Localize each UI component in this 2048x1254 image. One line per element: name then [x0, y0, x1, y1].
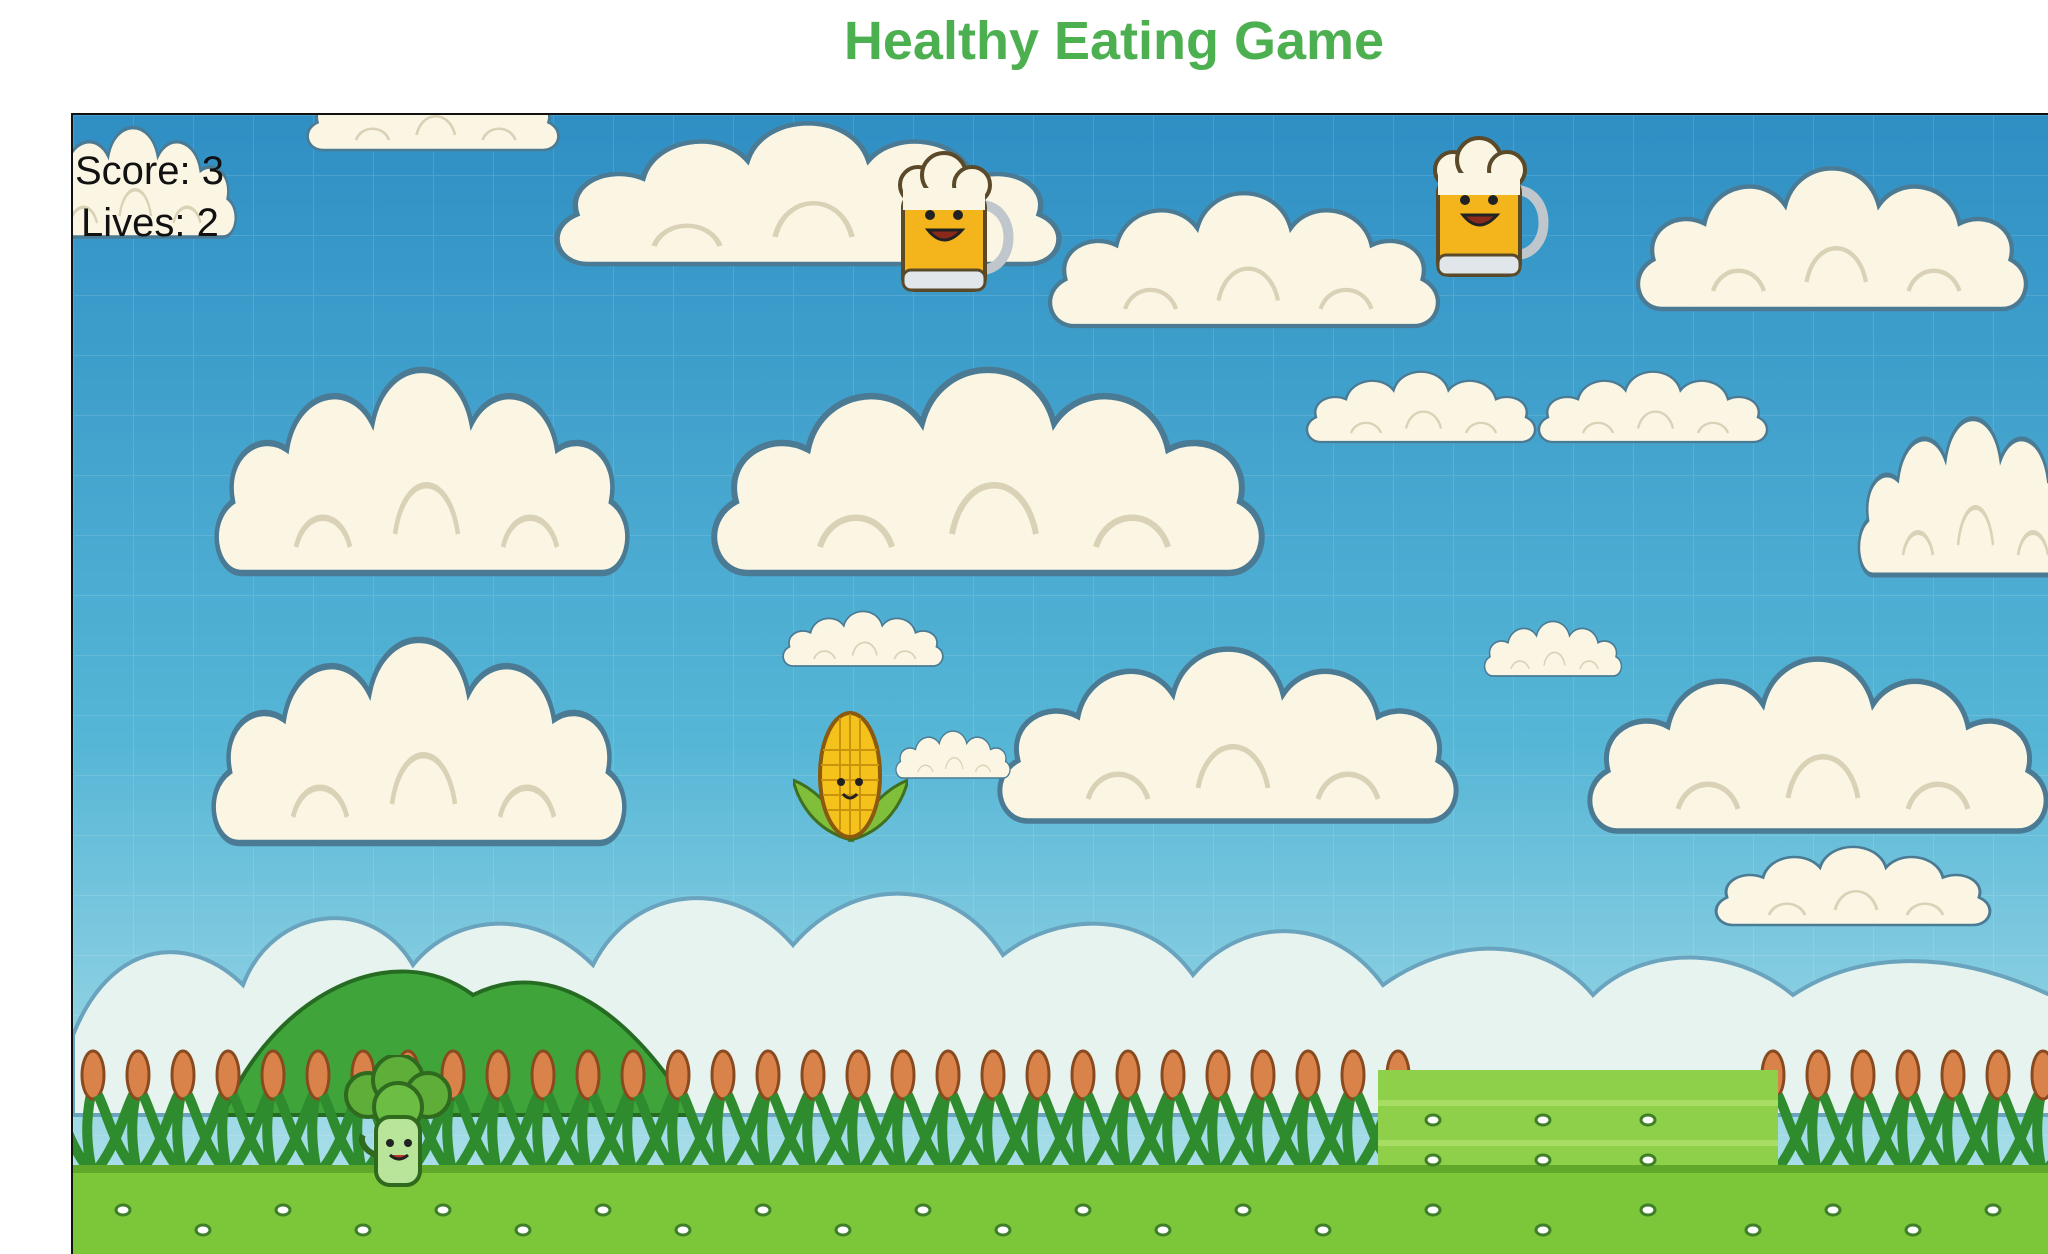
game-canvas[interactable]: Score: 3 Lives: 2: [71, 113, 2048, 1254]
lives-value: 2: [196, 201, 219, 245]
beer-mug-icon: [1433, 136, 1549, 277]
corn-icon: [793, 711, 908, 843]
broccoli-player-icon: [344, 1055, 452, 1187]
hud: Score: 3 Lives: 2: [75, 145, 224, 249]
score-label: Score:: [75, 149, 191, 193]
score-display: Score: 3: [75, 145, 224, 197]
page-title: Healthy Eating Game: [843, 11, 1385, 71]
score-value: 3: [201, 149, 224, 193]
lives-display: Lives: 2: [75, 197, 224, 249]
beer-mug-icon: [898, 151, 1014, 292]
lives-label: Lives:: [81, 201, 186, 245]
